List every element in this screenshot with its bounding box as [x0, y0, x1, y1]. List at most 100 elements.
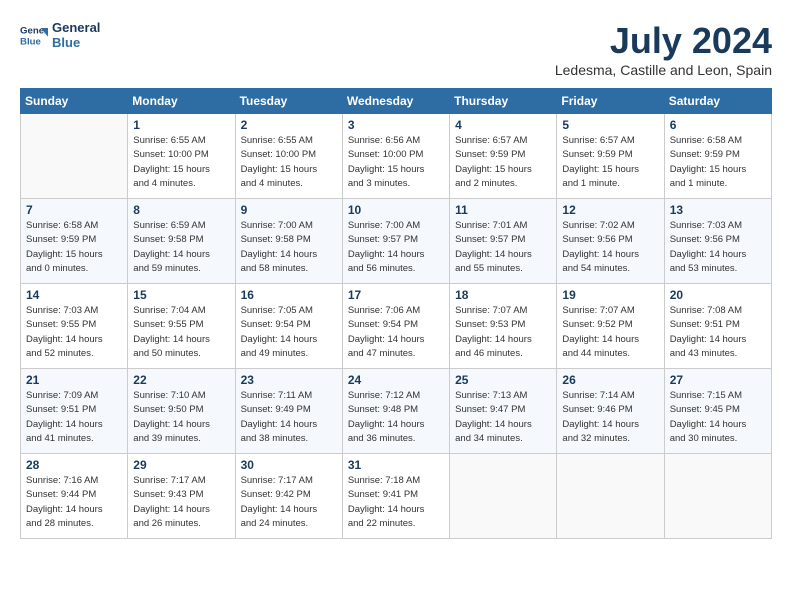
- weekday-header-monday: Monday: [128, 89, 235, 114]
- day-info: Sunrise: 7:03 AMSunset: 9:55 PMDaylight:…: [26, 304, 122, 361]
- calendar-cell: 31 Sunrise: 7:18 AMSunset: 9:41 PMDayligh…: [342, 454, 449, 539]
- week-row-2: 7Sunrise: 6:58 AMSunset: 9:59 PMDaylight…: [21, 199, 772, 284]
- weekday-header-saturday: Saturday: [664, 89, 771, 114]
- calendar-cell: 16Sunrise: 7:05 AMSunset: 9:54 PMDayligh…: [235, 284, 342, 369]
- logo-icon: General Blue: [20, 21, 48, 49]
- calendar-cell: [450, 454, 557, 539]
- day-info: Sunrise: 6:59 AMSunset: 9:58 PMDaylight:…: [133, 219, 229, 276]
- day-number: 27: [670, 373, 766, 387]
- calendar-cell: 25 Sunrise: 7:13 AMSunset: 9:47 PMDayligh…: [450, 369, 557, 454]
- day-info: Sunrise: 7:18 AMSunset: 9:41 PMDaylight:…: [348, 474, 444, 531]
- day-info: Sunrise: 7:17 AMSunset: 9:42 PMDaylight:…: [241, 474, 337, 531]
- calendar-cell: 15 Sunrise: 7:04 AMSunset: 9:55 PMDayligh…: [128, 284, 235, 369]
- calendar-cell: 18 Sunrise: 7:07 AMSunset: 9:53 PMDayligh…: [450, 284, 557, 369]
- weekday-header-wednesday: Wednesday: [342, 89, 449, 114]
- calendar-cell: 29 Sunrise: 7:17 AMSunset: 9:43 PMDayligh…: [128, 454, 235, 539]
- day-number: 25: [455, 373, 551, 387]
- calendar-cell: [21, 114, 128, 199]
- day-info: Sunrise: 7:07 AMSunset: 9:52 PMDaylight:…: [562, 304, 658, 361]
- day-info: Sunrise: 7:17 AMSunset: 9:43 PMDaylight:…: [133, 474, 229, 531]
- day-number: 4: [455, 118, 551, 132]
- day-info: Sunrise: 7:14 AMSunset: 9:46 PMDaylight:…: [562, 389, 658, 446]
- day-number: 30: [241, 458, 337, 472]
- day-number: 16: [241, 288, 337, 302]
- day-info: Sunrise: 7:09 AMSunset: 9:51 PMDaylight:…: [26, 389, 122, 446]
- day-number: 29: [133, 458, 229, 472]
- calendar-cell: [557, 454, 664, 539]
- day-info: Sunrise: 7:08 AMSunset: 9:51 PMDaylight:…: [670, 304, 766, 361]
- day-info: Sunrise: 7:00 AMSunset: 9:57 PMDaylight:…: [348, 219, 444, 276]
- day-info: Sunrise: 7:01 AMSunset: 9:57 PMDaylight:…: [455, 219, 551, 276]
- day-info: Sunrise: 6:55 AMSunset: 10:00 PMDaylight…: [133, 134, 229, 191]
- calendar-cell: 1 Sunrise: 6:55 AMSunset: 10:00 PMDayligh…: [128, 114, 235, 199]
- calendar-cell: 6Sunrise: 6:58 AMSunset: 9:59 PMDaylight…: [664, 114, 771, 199]
- day-number: 5: [562, 118, 658, 132]
- calendar-table: SundayMondayTuesdayWednesdayThursdayFrid…: [20, 88, 772, 539]
- calendar-cell: 30 Sunrise: 7:17 AMSunset: 9:42 PMDayligh…: [235, 454, 342, 539]
- day-info: Sunrise: 7:00 AMSunset: 9:58 PMDaylight:…: [241, 219, 337, 276]
- day-info: Sunrise: 7:02 AMSunset: 9:56 PMDaylight:…: [562, 219, 658, 276]
- day-number: 12: [562, 203, 658, 217]
- location: Ledesma, Castille and Leon, Spain: [555, 62, 772, 78]
- week-row-5: 28Sunrise: 7:16 AMSunset: 9:44 PMDayligh…: [21, 454, 772, 539]
- week-row-1: 1 Sunrise: 6:55 AMSunset: 10:00 PMDayligh…: [21, 114, 772, 199]
- day-info: Sunrise: 7:10 AMSunset: 9:50 PMDaylight:…: [133, 389, 229, 446]
- calendar-cell: 7Sunrise: 6:58 AMSunset: 9:59 PMDaylight…: [21, 199, 128, 284]
- day-info: Sunrise: 7:03 AMSunset: 9:56 PMDaylight:…: [670, 219, 766, 276]
- calendar-cell: 10Sunrise: 7:00 AMSunset: 9:57 PMDayligh…: [342, 199, 449, 284]
- day-number: 8: [133, 203, 229, 217]
- calendar-cell: 23Sunrise: 7:11 AMSunset: 9:49 PMDayligh…: [235, 369, 342, 454]
- day-info: Sunrise: 7:15 AMSunset: 9:45 PMDaylight:…: [670, 389, 766, 446]
- day-info: Sunrise: 7:16 AMSunset: 9:44 PMDaylight:…: [26, 474, 122, 531]
- title-block: July 2024 Ledesma, Castille and Leon, Sp…: [555, 20, 772, 78]
- calendar-cell: 5 Sunrise: 6:57 AMSunset: 9:59 PMDaylight…: [557, 114, 664, 199]
- day-info: Sunrise: 6:57 AMSunset: 9:59 PMDaylight:…: [562, 134, 658, 191]
- weekday-header-row: SundayMondayTuesdayWednesdayThursdayFrid…: [21, 89, 772, 114]
- day-number: 24: [348, 373, 444, 387]
- day-number: 21: [26, 373, 122, 387]
- week-row-3: 14 Sunrise: 7:03 AMSunset: 9:55 PMDayligh…: [21, 284, 772, 369]
- day-info: Sunrise: 6:56 AMSunset: 10:00 PMDaylight…: [348, 134, 444, 191]
- weekday-header-tuesday: Tuesday: [235, 89, 342, 114]
- day-info: Sunrise: 6:55 AMSunset: 10:00 PMDaylight…: [241, 134, 337, 191]
- calendar-cell: 21 Sunrise: 7:09 AMSunset: 9:51 PMDayligh…: [21, 369, 128, 454]
- day-number: 11: [455, 203, 551, 217]
- calendar-cell: 4 Sunrise: 6:57 AMSunset: 9:59 PMDaylight…: [450, 114, 557, 199]
- day-info: Sunrise: 6:57 AMSunset: 9:59 PMDaylight:…: [455, 134, 551, 191]
- day-info: Sunrise: 7:12 AMSunset: 9:48 PMDaylight:…: [348, 389, 444, 446]
- calendar-cell: 13 Sunrise: 7:03 AMSunset: 9:56 PMDayligh…: [664, 199, 771, 284]
- calendar-cell: 20 Sunrise: 7:08 AMSunset: 9:51 PMDayligh…: [664, 284, 771, 369]
- day-info: Sunrise: 7:13 AMSunset: 9:47 PMDaylight:…: [455, 389, 551, 446]
- calendar-cell: 12 Sunrise: 7:02 AMSunset: 9:56 PMDayligh…: [557, 199, 664, 284]
- calendar-cell: 3 Sunrise: 6:56 AMSunset: 10:00 PMDayligh…: [342, 114, 449, 199]
- calendar-cell: 24 Sunrise: 7:12 AMSunset: 9:48 PMDayligh…: [342, 369, 449, 454]
- day-info: Sunrise: 6:58 AMSunset: 9:59 PMDaylight:…: [670, 134, 766, 191]
- calendar-cell: 14 Sunrise: 7:03 AMSunset: 9:55 PMDayligh…: [21, 284, 128, 369]
- page-header: General Blue General Blue July 2024 Lede…: [20, 20, 772, 78]
- svg-text:Blue: Blue: [20, 37, 41, 48]
- day-info: Sunrise: 7:07 AMSunset: 9:53 PMDaylight:…: [455, 304, 551, 361]
- weekday-header-friday: Friday: [557, 89, 664, 114]
- day-number: 14: [26, 288, 122, 302]
- logo-general: General: [52, 20, 100, 35]
- calendar-cell: 22 Sunrise: 7:10 AMSunset: 9:50 PMDayligh…: [128, 369, 235, 454]
- day-info: Sunrise: 7:06 AMSunset: 9:54 PMDaylight:…: [348, 304, 444, 361]
- day-number: 18: [455, 288, 551, 302]
- day-info: Sunrise: 6:58 AMSunset: 9:59 PMDaylight:…: [26, 219, 122, 276]
- calendar-cell: 19Sunrise: 7:07 AMSunset: 9:52 PMDayligh…: [557, 284, 664, 369]
- day-number: 13: [670, 203, 766, 217]
- day-number: 22: [133, 373, 229, 387]
- day-number: 15: [133, 288, 229, 302]
- day-info: Sunrise: 7:04 AMSunset: 9:55 PMDaylight:…: [133, 304, 229, 361]
- logo: General Blue General Blue: [20, 20, 100, 50]
- day-number: 3: [348, 118, 444, 132]
- calendar-cell: [664, 454, 771, 539]
- day-info: Sunrise: 7:11 AMSunset: 9:49 PMDaylight:…: [241, 389, 337, 446]
- calendar-cell: 11 Sunrise: 7:01 AMSunset: 9:57 PMDayligh…: [450, 199, 557, 284]
- day-number: 20: [670, 288, 766, 302]
- weekday-header-sunday: Sunday: [21, 89, 128, 114]
- day-number: 1: [133, 118, 229, 132]
- day-number: 31: [348, 458, 444, 472]
- weekday-header-thursday: Thursday: [450, 89, 557, 114]
- day-number: 9: [241, 203, 337, 217]
